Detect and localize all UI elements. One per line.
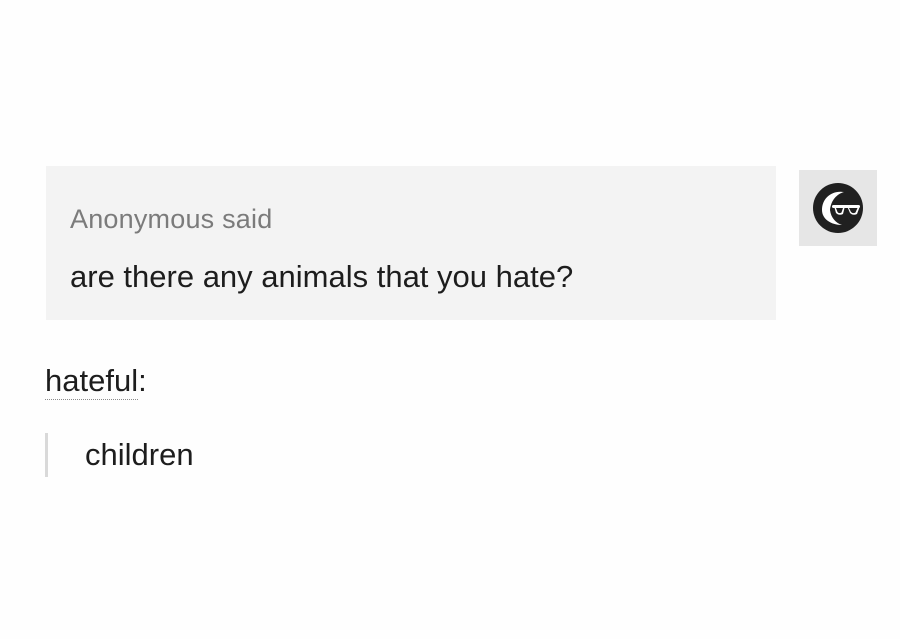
answer-author: hateful: bbox=[45, 362, 147, 400]
author-link[interactable]: hateful bbox=[45, 363, 139, 400]
author-colon: : bbox=[138, 363, 147, 398]
blockquote-bar bbox=[45, 433, 48, 477]
sunglasses-face-icon bbox=[813, 183, 863, 233]
asker-label: Anonymous said bbox=[70, 204, 273, 234]
answer-block: children bbox=[45, 433, 194, 477]
answer-text: children bbox=[85, 437, 194, 472]
tumblr-post: Anonymous said are there any animals tha… bbox=[0, 0, 900, 639]
anonymous-avatar[interactable] bbox=[799, 170, 877, 246]
question-text: are there any animals that you hate? bbox=[70, 259, 574, 294]
ask-bubble: Anonymous said are there any animals tha… bbox=[46, 166, 776, 320]
